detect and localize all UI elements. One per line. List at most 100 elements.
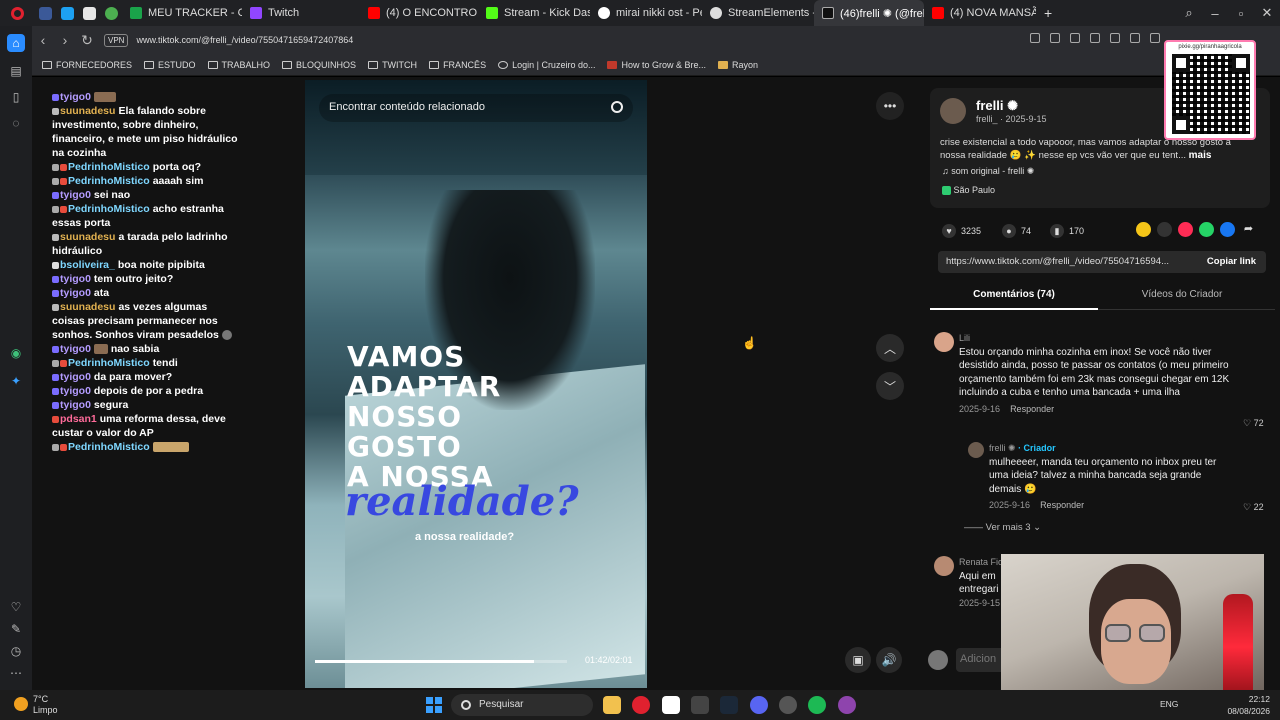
heart-icon[interactable]: ♡ xyxy=(7,598,25,616)
commenter-avatar[interactable] xyxy=(934,332,954,352)
volume-icon[interactable]: 🔊 xyxy=(876,647,902,673)
file-explorer-icon[interactable] xyxy=(603,696,621,714)
minimize-icon[interactable]: – xyxy=(1202,6,1228,21)
commenter-avatar[interactable] xyxy=(968,442,984,458)
bag-icon[interactable]: ▤ xyxy=(7,62,25,80)
browser-tab[interactable]: Twitch xyxy=(242,0,360,26)
edit-icon[interactable]: ✎ xyxy=(7,620,25,638)
browser-tab[interactable]: mirai nikki ost - Pesquisa xyxy=(590,0,702,26)
notion-icon[interactable] xyxy=(662,696,680,714)
miniplayer-icon[interactable]: ▣ xyxy=(845,647,871,673)
opera-icon[interactable] xyxy=(632,696,650,714)
browser-tab[interactable]: MEU TRACKER - Guides b xyxy=(122,0,242,26)
related-search-input[interactable]: Encontrar conteúdo relacionado xyxy=(319,94,633,122)
more-options-icon[interactable]: ••• xyxy=(876,92,904,120)
new-tab-button[interactable]: + xyxy=(1036,0,1058,26)
comment-like[interactable]: ♡ 72 xyxy=(1243,418,1264,429)
discord-icon[interactable] xyxy=(750,696,768,714)
extensions-icon[interactable] xyxy=(1090,33,1100,43)
bookmark-heart-icon[interactable] xyxy=(1130,33,1140,43)
reply-button[interactable]: Responder xyxy=(1040,500,1084,510)
app-icon[interactable] xyxy=(691,696,709,714)
video-progress-bar[interactable] xyxy=(315,660,567,663)
browser-tab[interactable]: StreamElements - Media xyxy=(702,0,814,26)
bookmark-folder[interactable]: BLOQUINHOS xyxy=(282,60,356,70)
embed-icon[interactable] xyxy=(1157,222,1172,237)
comment-stat[interactable]: ● 74 xyxy=(1002,224,1031,238)
edit-url-icon[interactable] xyxy=(1030,33,1040,43)
copy-link-button[interactable]: Copiar link xyxy=(1197,251,1266,273)
bookmark-folder[interactable]: FORNECEDORES xyxy=(42,60,132,70)
whatsapp-icon[interactable]: ◉ xyxy=(7,344,25,362)
bookmark-folder[interactable]: TWITCH xyxy=(368,60,417,70)
shield-icon[interactable] xyxy=(1070,33,1080,43)
post-link[interactable]: https://www.tiktok.com/@frelli_/video/75… xyxy=(946,256,1169,267)
author-avatar[interactable] xyxy=(940,98,966,124)
share-arrow-icon[interactable]: ➦ xyxy=(1241,222,1256,237)
commenter-name[interactable]: Lili xyxy=(959,332,1231,346)
system-clock[interactable]: 22:12 08/08/2026 xyxy=(1227,693,1270,717)
pinned-tab-icon[interactable] xyxy=(56,0,78,26)
facebook-share-icon[interactable] xyxy=(1220,222,1235,237)
tab-comments[interactable]: Comentários (74) xyxy=(930,289,1098,300)
pinned-tab-icon[interactable] xyxy=(78,0,100,26)
bookmark-link[interactable]: How to Grow & Bre... xyxy=(607,60,706,70)
commenter-name[interactable]: frelli ✺ xyxy=(989,443,1016,453)
maximize-icon[interactable]: ▫ xyxy=(1228,6,1254,21)
back-icon[interactable]: ‹ xyxy=(32,32,54,48)
close-icon[interactable]: ✕ xyxy=(1254,5,1280,21)
camera-icon[interactable] xyxy=(1050,33,1060,43)
book-icon[interactable]: ▯ xyxy=(7,88,25,106)
download-icon[interactable] xyxy=(1150,33,1160,43)
opera-logo-icon[interactable] xyxy=(0,0,34,26)
video-player[interactable]: Encontrar conteúdo relacionado VAMOS ADA… xyxy=(305,80,647,688)
comment-like[interactable]: ♡ 22 xyxy=(1243,502,1264,513)
more-icon[interactable]: ⋯ xyxy=(7,664,25,682)
see-more-replies[interactable]: —— Ver mais 3 ⌄ xyxy=(964,522,1041,533)
home-icon[interactable]: ⌂ xyxy=(7,34,25,52)
bookmark-link[interactable]: Rayon xyxy=(718,60,758,70)
repost-icon[interactable] xyxy=(1178,222,1193,237)
url-field[interactable]: www.tiktok.com/@frelli_/video/7550471659… xyxy=(136,35,353,45)
bookmark-link[interactable]: Login | Cruzeiro do... xyxy=(498,60,595,70)
coin-share-icon[interactable] xyxy=(1136,222,1151,237)
browser-tab[interactable]: Stream - Kick Dashboard xyxy=(478,0,590,26)
browser-tab[interactable]: (4) O ENCONTRO ACONT xyxy=(360,0,478,26)
next-video-icon[interactable]: ﹀ xyxy=(876,372,904,400)
windows-start-icon[interactable] xyxy=(426,697,442,713)
bookmark-folder[interactable]: TRABALHO xyxy=(207,60,270,70)
bookmark-folder[interactable]: FRANCÊS xyxy=(429,60,486,70)
like-stat[interactable]: ♥ 3235 xyxy=(942,224,981,238)
pinned-tab-icon[interactable] xyxy=(100,0,122,26)
search-tabs-icon[interactable]: ⌕ xyxy=(1176,5,1202,21)
commenter-avatar[interactable] xyxy=(934,556,954,576)
obs-icon[interactable] xyxy=(779,696,797,714)
play-icon[interactable] xyxy=(1110,33,1120,43)
browser-tab[interactable]: (4) NOVA MANSÃO DO N xyxy=(924,0,1036,26)
taskbar-search[interactable]: Pesquisar xyxy=(451,694,593,716)
vpn-badge[interactable]: VPN xyxy=(104,33,129,47)
author-name[interactable]: frelli ✺ xyxy=(976,98,1018,114)
save-stat[interactable]: ▮ 170 xyxy=(1050,224,1084,238)
history-icon[interactable]: ◷ xyxy=(7,642,25,660)
sound-row[interactable]: ♫ som original - frelli ✺ xyxy=(942,166,1034,177)
more-link[interactable]: mais xyxy=(1189,150,1212,161)
reply-button[interactable]: Responder xyxy=(1010,404,1054,414)
weather-widget[interactable]: 7°C Limpo xyxy=(14,694,58,716)
forward-icon[interactable]: › xyxy=(54,32,76,48)
location-row[interactable]: São Paulo xyxy=(942,185,995,196)
steam-icon[interactable] xyxy=(720,696,738,714)
bookmark-folder[interactable]: ESTUDO xyxy=(144,60,196,70)
spotify-icon[interactable] xyxy=(808,696,826,714)
whatsapp-share-icon[interactable] xyxy=(1199,222,1214,237)
ai-icon[interactable]: ◌ xyxy=(7,114,25,132)
tab-creator-videos[interactable]: Vídeos do Criador xyxy=(1098,289,1266,300)
pinned-tab-icon[interactable] xyxy=(34,0,56,26)
search-icon[interactable] xyxy=(611,101,623,113)
language-indicator[interactable]: ENG xyxy=(1160,699,1178,709)
browser-tab-active[interactable]: (46)frelli ✺ (@frelli_) xyxy=(814,0,924,26)
extension-icon[interactable]: ✦ xyxy=(7,372,25,390)
previous-video-icon[interactable]: ︿ xyxy=(876,334,904,362)
reload-icon[interactable]: ↻ xyxy=(76,32,98,49)
app-icon[interactable] xyxy=(838,696,856,714)
